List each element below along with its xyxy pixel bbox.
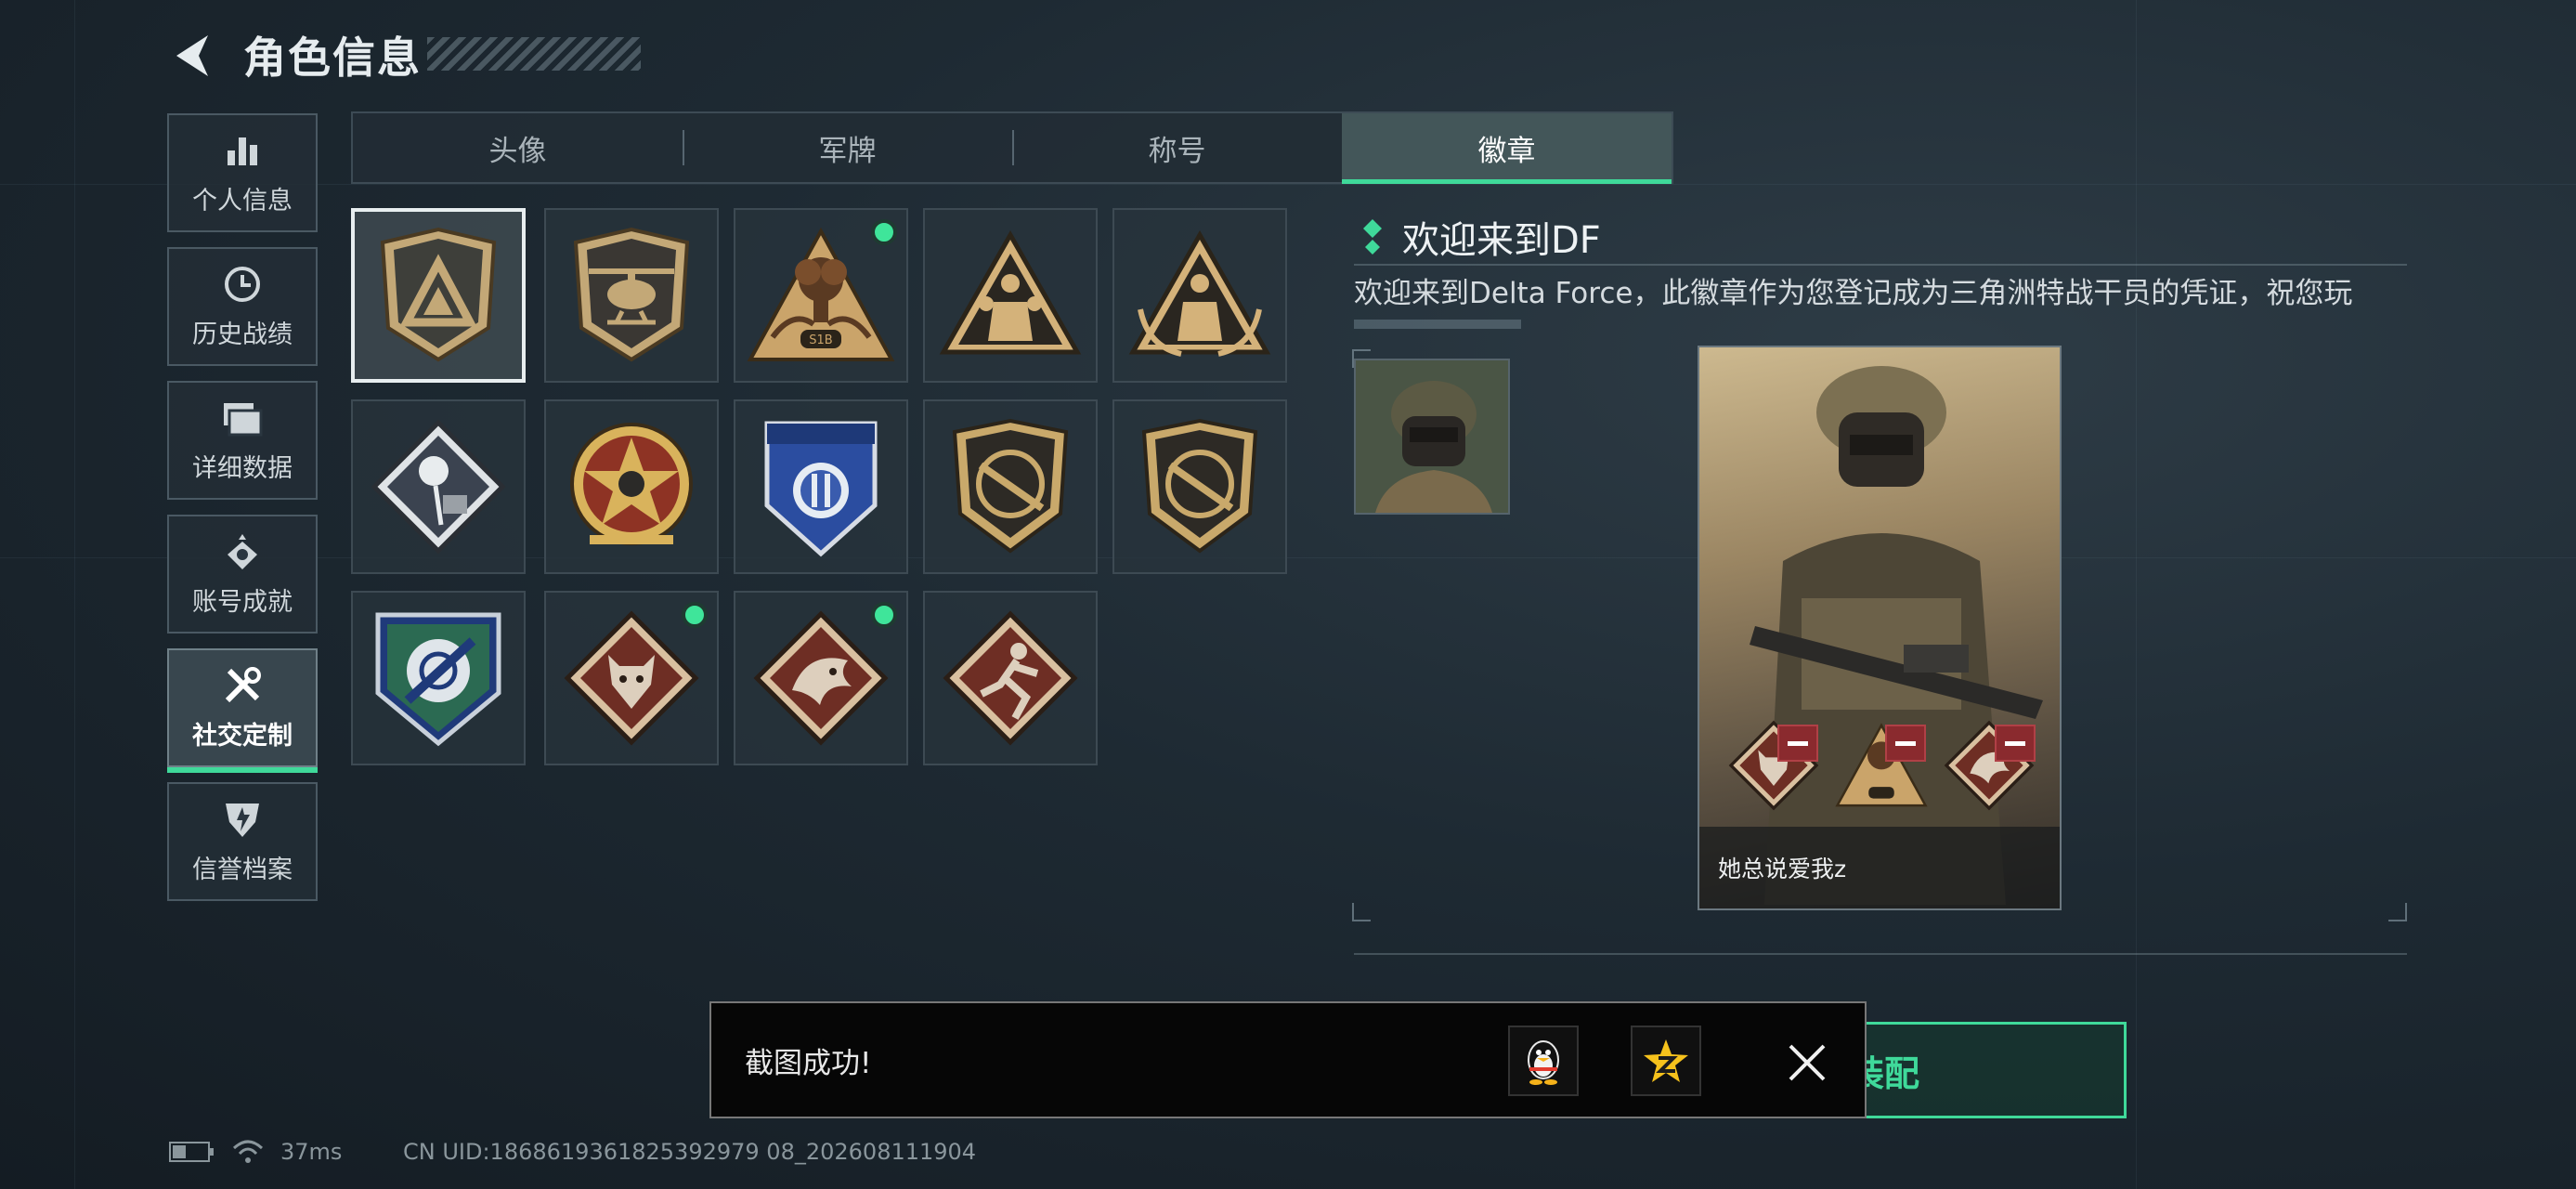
rose-diamond-badge-icon	[371, 419, 506, 555]
soldier-portrait-icon	[1356, 360, 1508, 513]
nav-label: 历史战绩	[192, 320, 293, 349]
wolf-diamond-badge-icon	[564, 610, 699, 746]
player-uid: CN UID:1868619361825392979 08_2026081119…	[403, 1139, 977, 1165]
badge-cell[interactable]	[734, 591, 908, 765]
status-bar: 37ms	[169, 1139, 342, 1165]
new-indicator	[682, 602, 708, 628]
badge-cell[interactable]	[544, 208, 719, 383]
soldiers-laurel-badge-icon	[1128, 229, 1271, 357]
share-qq-button[interactable]	[1508, 1026, 1579, 1096]
frame-corner	[2388, 903, 2407, 921]
title-diamond-icon	[1361, 219, 1384, 260]
badge-cell[interactable]	[544, 591, 719, 765]
wifi-icon	[232, 1140, 264, 1163]
folder-icon	[222, 398, 263, 438]
tab-title[interactable]: 称号	[1012, 113, 1342, 182]
divider	[1354, 264, 2407, 266]
nav-item-social[interactable]: 社交定制	[167, 648, 318, 773]
frame-corner	[1352, 349, 1371, 368]
description-scrollbar[interactable]	[1354, 320, 1521, 329]
new-indicator	[871, 219, 897, 245]
clock-icon	[222, 264, 263, 305]
bg-grid-line	[0, 184, 2576, 185]
blue-shield-badge-icon	[764, 421, 878, 557]
nav-item-achievements[interactable]: 账号成就	[167, 515, 318, 634]
qq-penguin-icon	[1528, 1040, 1559, 1085]
soldiers-triangle-badge-icon	[939, 229, 1082, 355]
nav-label: 社交定制	[192, 721, 293, 751]
badge-cell[interactable]	[1112, 208, 1287, 383]
dragon-diamond-badge-icon	[753, 610, 889, 746]
new-indicator	[871, 602, 897, 628]
nav-label: 个人信息	[192, 186, 293, 216]
nav-label: 账号成就	[192, 587, 293, 617]
nav-item-credit[interactable]: 信誉档案	[167, 782, 318, 901]
title-decoration	[427, 37, 641, 71]
card-player-name: 她总说爱我z	[1699, 827, 2060, 908]
badge-cell[interactable]	[923, 208, 1098, 383]
badge-cell[interactable]: S1B	[734, 208, 908, 383]
bar-chart-icon	[222, 130, 263, 171]
bg-grid-line	[2136, 0, 2137, 1189]
qzone-star-icon	[1644, 1039, 1688, 1082]
delta-triangle-shield-badge-icon	[380, 227, 497, 362]
tab-avatar[interactable]: 头像	[353, 113, 683, 182]
badge-detail-title: 欢迎来到DF	[1402, 219, 1601, 262]
rifle-shield-badge-2-icon	[1141, 418, 1258, 554]
divider	[1354, 953, 2407, 955]
customization-tabs: 头像 军牌 称号 徽章	[351, 111, 1673, 184]
close-icon	[1789, 1044, 1826, 1081]
helicopter-shield-badge-icon	[573, 227, 690, 362]
badge-cell[interactable]	[351, 591, 526, 765]
remove-badge-button[interactable]	[1777, 725, 1818, 762]
svg-text:S1B: S1B	[809, 333, 832, 347]
badge-cell[interactable]	[544, 399, 719, 574]
page-title: 角色信息	[243, 33, 422, 83]
nav-item-details[interactable]: 详细数据	[167, 381, 318, 500]
bg-grid-line	[74, 0, 75, 1189]
shield-icon	[222, 799, 263, 840]
knife-blue-shield-badge-icon	[375, 612, 501, 747]
remove-badge-button[interactable]	[1995, 725, 2036, 762]
ping-value: 37ms	[280, 1139, 343, 1165]
player-card-preview: 她总说爱我z	[1698, 346, 2062, 910]
badge-cell[interactable]	[923, 591, 1098, 765]
nav-label: 详细数据	[192, 453, 293, 483]
badge-cell[interactable]	[1112, 399, 1287, 574]
tab-badge[interactable]: 徽章	[1342, 113, 1672, 184]
nav-item-history[interactable]: 历史战绩	[167, 247, 318, 366]
badge-detail-description: 欢迎来到Delta Force，此徽章作为您登记成为三角洲特战干员的凭证，祝您玩	[1354, 277, 2353, 310]
avatar[interactable]	[1354, 359, 1510, 515]
battery-icon	[169, 1142, 214, 1162]
explosion-s1b-badge-icon: S1B	[747, 227, 895, 361]
nav-item-personal[interactable]: 个人信息	[167, 113, 318, 232]
back-arrow-icon	[176, 35, 208, 76]
remove-badge-button[interactable]	[1885, 725, 1926, 762]
share-qzone-button[interactable]	[1631, 1026, 1701, 1096]
toast-message: 截图成功!	[745, 1046, 872, 1080]
medal-icon	[222, 531, 263, 572]
frame-corner	[1352, 903, 1371, 921]
badge-cell[interactable]	[351, 208, 526, 383]
tab-dog-tag[interactable]: 军牌	[683, 113, 1012, 182]
nav-label: 信誉档案	[192, 855, 293, 884]
star-roundel-badge-icon	[570, 423, 693, 545]
back-button[interactable]	[167, 28, 223, 84]
rifle-shield-badge-icon	[952, 418, 1069, 554]
screenshot-toast: 截图成功!	[709, 1001, 1867, 1118]
runner-diamond-badge-icon	[943, 610, 1078, 746]
close-toast-button[interactable]	[1779, 1035, 1835, 1091]
badge-cell[interactable]	[351, 399, 526, 574]
tools-icon	[222, 665, 263, 706]
badge-cell[interactable]	[923, 399, 1098, 574]
badge-cell[interactable]	[734, 399, 908, 574]
